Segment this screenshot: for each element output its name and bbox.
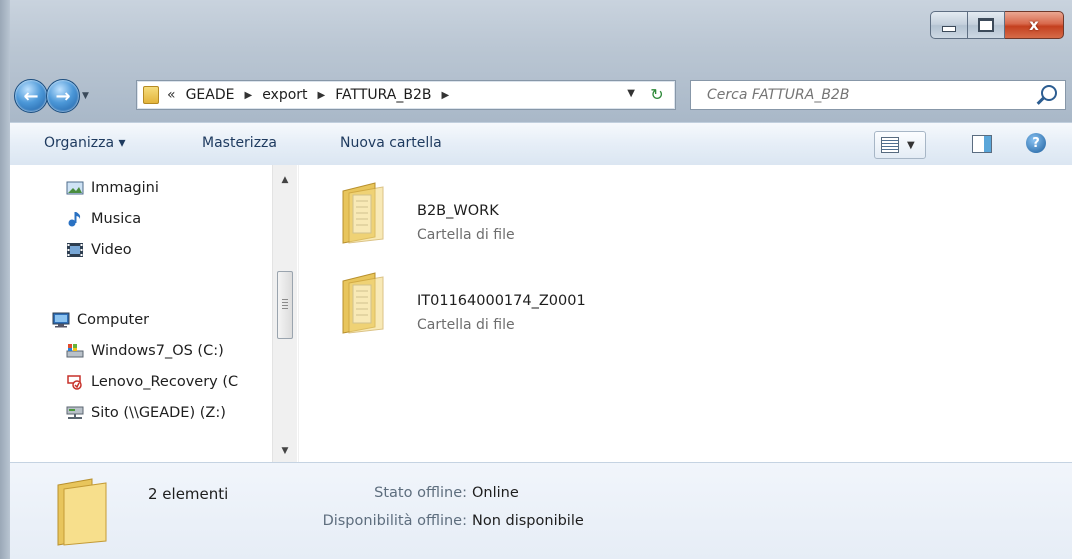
- nav-item-immagini[interactable]: Immagini: [66, 175, 159, 201]
- scroll-up-arrow-icon[interactable]: ▲: [273, 169, 297, 191]
- new-folder-button[interactable]: Nuova cartella: [340, 135, 442, 151]
- chevron-right-icon[interactable]: ▶: [441, 90, 449, 101]
- close-icon: x: [1029, 16, 1039, 34]
- nav-item-label: Computer: [77, 312, 150, 328]
- breadcrumb-geade[interactable]: GEADE: [184, 87, 237, 103]
- file-type: Cartella di file: [417, 317, 515, 333]
- change-view-button[interactable]: ▼: [874, 131, 926, 159]
- network-drive-icon: [66, 406, 84, 419]
- nav-item-label: Windows7_OS (C:): [91, 343, 224, 359]
- grip-icon: [282, 299, 288, 309]
- back-button[interactable]: ←: [14, 79, 48, 113]
- refresh-button[interactable]: ↻: [645, 84, 669, 104]
- folder-icon: [57, 478, 107, 546]
- offline-availability-value: Non disponibile: [472, 513, 584, 529]
- minimize-icon: [942, 26, 956, 32]
- list-item[interactable]: B2B_WORK Cartella di file: [339, 181, 839, 261]
- minimize-button[interactable]: [930, 11, 968, 39]
- file-list: B2B_WORK Cartella di file IT01164000174_…: [298, 165, 1072, 462]
- offline-status-label: Stato offline:: [374, 485, 467, 501]
- forward-arrow-icon: →: [55, 85, 71, 107]
- list-item[interactable]: IT01164000174_Z0001 Cartella di file: [339, 271, 839, 351]
- video-icon: [67, 243, 83, 257]
- nav-item-label: Immagini: [91, 180, 159, 196]
- file-name: B2B_WORK: [417, 203, 499, 219]
- details-pane: 2 elementi Stato offline: Online Disponi…: [10, 462, 1072, 559]
- folder-icon: [342, 272, 384, 334]
- search-icon[interactable]: [1041, 85, 1057, 101]
- nav-item-computer[interactable]: Computer: [52, 307, 149, 333]
- file-type: Cartella di file: [417, 227, 515, 243]
- help-icon[interactable]: ?: [1026, 133, 1046, 153]
- chevron-right-icon[interactable]: ▶: [244, 90, 252, 101]
- nav-item-label: Musica: [91, 211, 142, 227]
- nav-pane-scrollbar[interactable]: ▲ ▼: [272, 165, 297, 462]
- scrollbar-thumb[interactable]: [277, 271, 293, 339]
- pictures-icon: [66, 181, 84, 195]
- organize-menu[interactable]: Organizza ▾: [44, 135, 126, 151]
- nav-item-windows7-os[interactable]: Windows7_OS (C:): [66, 338, 224, 364]
- command-bar: Organizza ▾ Masterizza Nuova cartella ▼ …: [10, 122, 1072, 166]
- navigation-pane: Immagini Musica Video Computer Windows7_…: [10, 165, 300, 462]
- maximize-button[interactable]: [968, 11, 1005, 39]
- chevron-down-icon[interactable]: ▼: [907, 140, 915, 151]
- computer-icon: [52, 312, 70, 328]
- search-input[interactable]: [705, 86, 1029, 104]
- recovery-drive-icon: [67, 375, 82, 390]
- nav-item-label: Video: [91, 242, 132, 258]
- caption-buttons: x: [930, 11, 1064, 39]
- music-icon: [68, 212, 81, 227]
- breadcrumb-overflow[interactable]: «: [167, 87, 176, 103]
- item-count: 2 elementi: [148, 485, 229, 503]
- search-box[interactable]: [690, 80, 1066, 110]
- preview-pane-icon[interactable]: [972, 135, 992, 153]
- refresh-icon: ↻: [650, 84, 664, 104]
- burn-button[interactable]: Masterizza: [202, 135, 277, 151]
- offline-availability-label: Disponibilità offline:: [322, 513, 467, 529]
- folder-icon: [342, 182, 384, 244]
- close-button[interactable]: x: [1005, 11, 1064, 39]
- navigation-buttons: ← → ▼: [14, 76, 89, 116]
- maximize-icon: [978, 18, 994, 32]
- back-arrow-icon: ←: [23, 85, 39, 107]
- nav-item-lenovo-recovery[interactable]: Lenovo_Recovery (C: [66, 369, 238, 395]
- nav-item-label: Lenovo_Recovery (C: [91, 374, 239, 390]
- window-frame-left: [0, 0, 10, 559]
- recent-pages-dropdown[interactable]: ▼: [82, 91, 89, 101]
- scroll-down-arrow-icon[interactable]: ▼: [273, 440, 297, 462]
- drive-icon: [66, 344, 84, 358]
- file-name: IT01164000174_Z0001: [417, 293, 586, 309]
- folder-icon: [143, 86, 159, 104]
- breadcrumb-fattura-b2b[interactable]: FATTURA_B2B: [333, 87, 433, 103]
- breadcrumb-export[interactable]: export: [260, 87, 309, 103]
- view-details-icon: [881, 137, 899, 153]
- forward-button[interactable]: →: [46, 79, 80, 113]
- address-bar[interactable]: « GEADE ▶ export ▶ FATTURA_B2B ▶ ▼ ↻: [136, 80, 676, 110]
- explorer-window: x ← → ▼ « GEADE ▶ export ▶ FATTURA_B2B ▶…: [0, 0, 1072, 559]
- nav-item-video[interactable]: Video: [66, 237, 132, 263]
- offline-status-value: Online: [472, 485, 519, 501]
- chevron-right-icon[interactable]: ▶: [318, 90, 326, 101]
- nav-item-musica[interactable]: Musica: [66, 206, 141, 232]
- address-history-dropdown[interactable]: ▼: [627, 88, 635, 99]
- nav-item-label: Sito (\\GEADE) (Z:): [91, 405, 226, 421]
- nav-item-sito-network[interactable]: Sito (\\GEADE) (Z:): [66, 400, 226, 426]
